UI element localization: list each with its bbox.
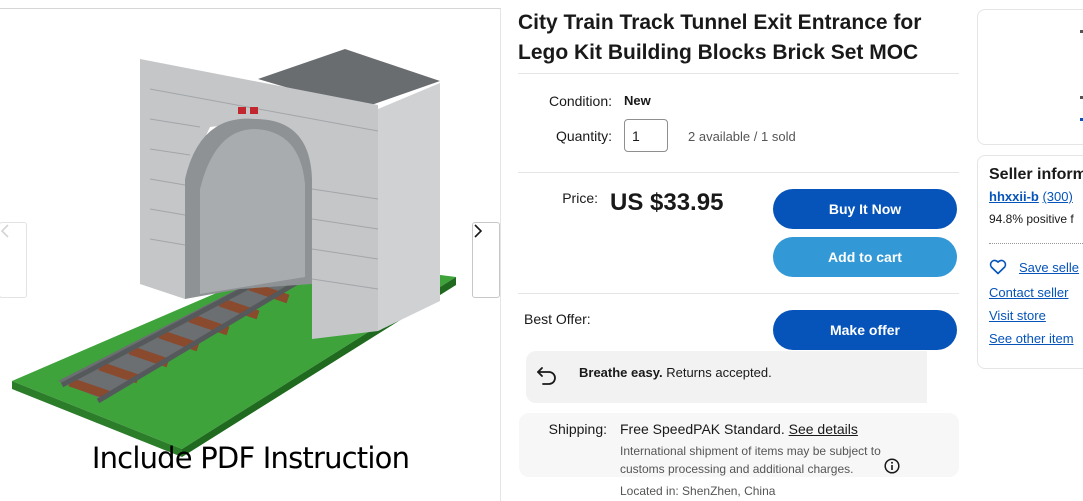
- returns-text: Breathe easy. Returns accepted.: [579, 365, 772, 380]
- make-offer-button[interactable]: Make offer: [773, 310, 957, 350]
- price-label: Price:: [562, 190, 598, 206]
- divider: [518, 293, 959, 294]
- return-arrow-icon: [537, 367, 556, 385]
- shipping-note-2: customs processing and additional charge…: [620, 462, 854, 476]
- condition-value: New: [624, 93, 651, 108]
- seller-feedback-link[interactable]: (300): [1042, 189, 1072, 204]
- product-title: City Train Track Tunnel Exit Entrance fo…: [518, 11, 922, 64]
- seller-heading: Seller inform: [989, 166, 1083, 183]
- heart-icon: [989, 259, 1007, 275]
- next-image-button[interactable]: [472, 222, 500, 298]
- chevron-right-icon: [474, 224, 483, 238]
- see-details-link[interactable]: See details: [789, 421, 858, 437]
- visit-store-link[interactable]: Visit store: [989, 308, 1046, 323]
- divider: [518, 172, 959, 173]
- returns-bold: Breathe easy.: [579, 365, 663, 380]
- seller-name-link[interactable]: hhxxii-b: [989, 189, 1039, 204]
- returns-banner: Breathe easy. Returns accepted.: [526, 351, 927, 403]
- contact-seller-link[interactable]: Contact seller: [989, 285, 1068, 300]
- divider: [518, 73, 959, 74]
- returns-detail: Returns accepted.: [666, 365, 772, 380]
- seller-name-row: hhxxii-b (300): [989, 189, 1073, 204]
- save-seller-link[interactable]: Save selle: [1019, 260, 1079, 275]
- add-to-cart-button[interactable]: Add to cart: [773, 237, 957, 277]
- condition-label: Condition:: [548, 93, 612, 109]
- quantity-label: Quantity:: [555, 128, 612, 144]
- chevron-left-icon: [0, 224, 9, 238]
- availability-text: 2 available / 1 sold: [688, 129, 796, 144]
- shipping-note-1: International shipment of items may be s…: [620, 444, 881, 458]
- best-offer-label: Best Offer:: [524, 311, 591, 327]
- previous-image-button[interactable]: [0, 222, 27, 298]
- shipping-label: Shipping:: [548, 421, 607, 437]
- dotted-divider: [989, 243, 1083, 244]
- image-gallery: Include PDF Instruction: [0, 8, 501, 501]
- item-location: Located in: ShenZhen, China: [620, 484, 776, 498]
- seller-info-card: Seller inform hhxxii-b (300) 94.8% posit…: [977, 155, 1083, 369]
- info-icon[interactable]: [884, 458, 900, 474]
- price-value: US $33.95: [610, 189, 724, 216]
- shipping-method: Free SpeedPAK Standard. See details: [620, 421, 858, 437]
- seller-positive: 94.8% positive f: [989, 212, 1074, 226]
- see-other-items-link[interactable]: See other item: [989, 331, 1074, 346]
- image-caption: Include PDF Instruction: [91, 441, 410, 475]
- shipping-method-text: Free SpeedPAK Standard.: [620, 421, 785, 437]
- buy-it-now-button[interactable]: Buy It Now: [773, 189, 957, 229]
- side-card-top: [977, 9, 1083, 145]
- product-image[interactable]: [0, 9, 501, 501]
- quantity-input[interactable]: [624, 119, 668, 152]
